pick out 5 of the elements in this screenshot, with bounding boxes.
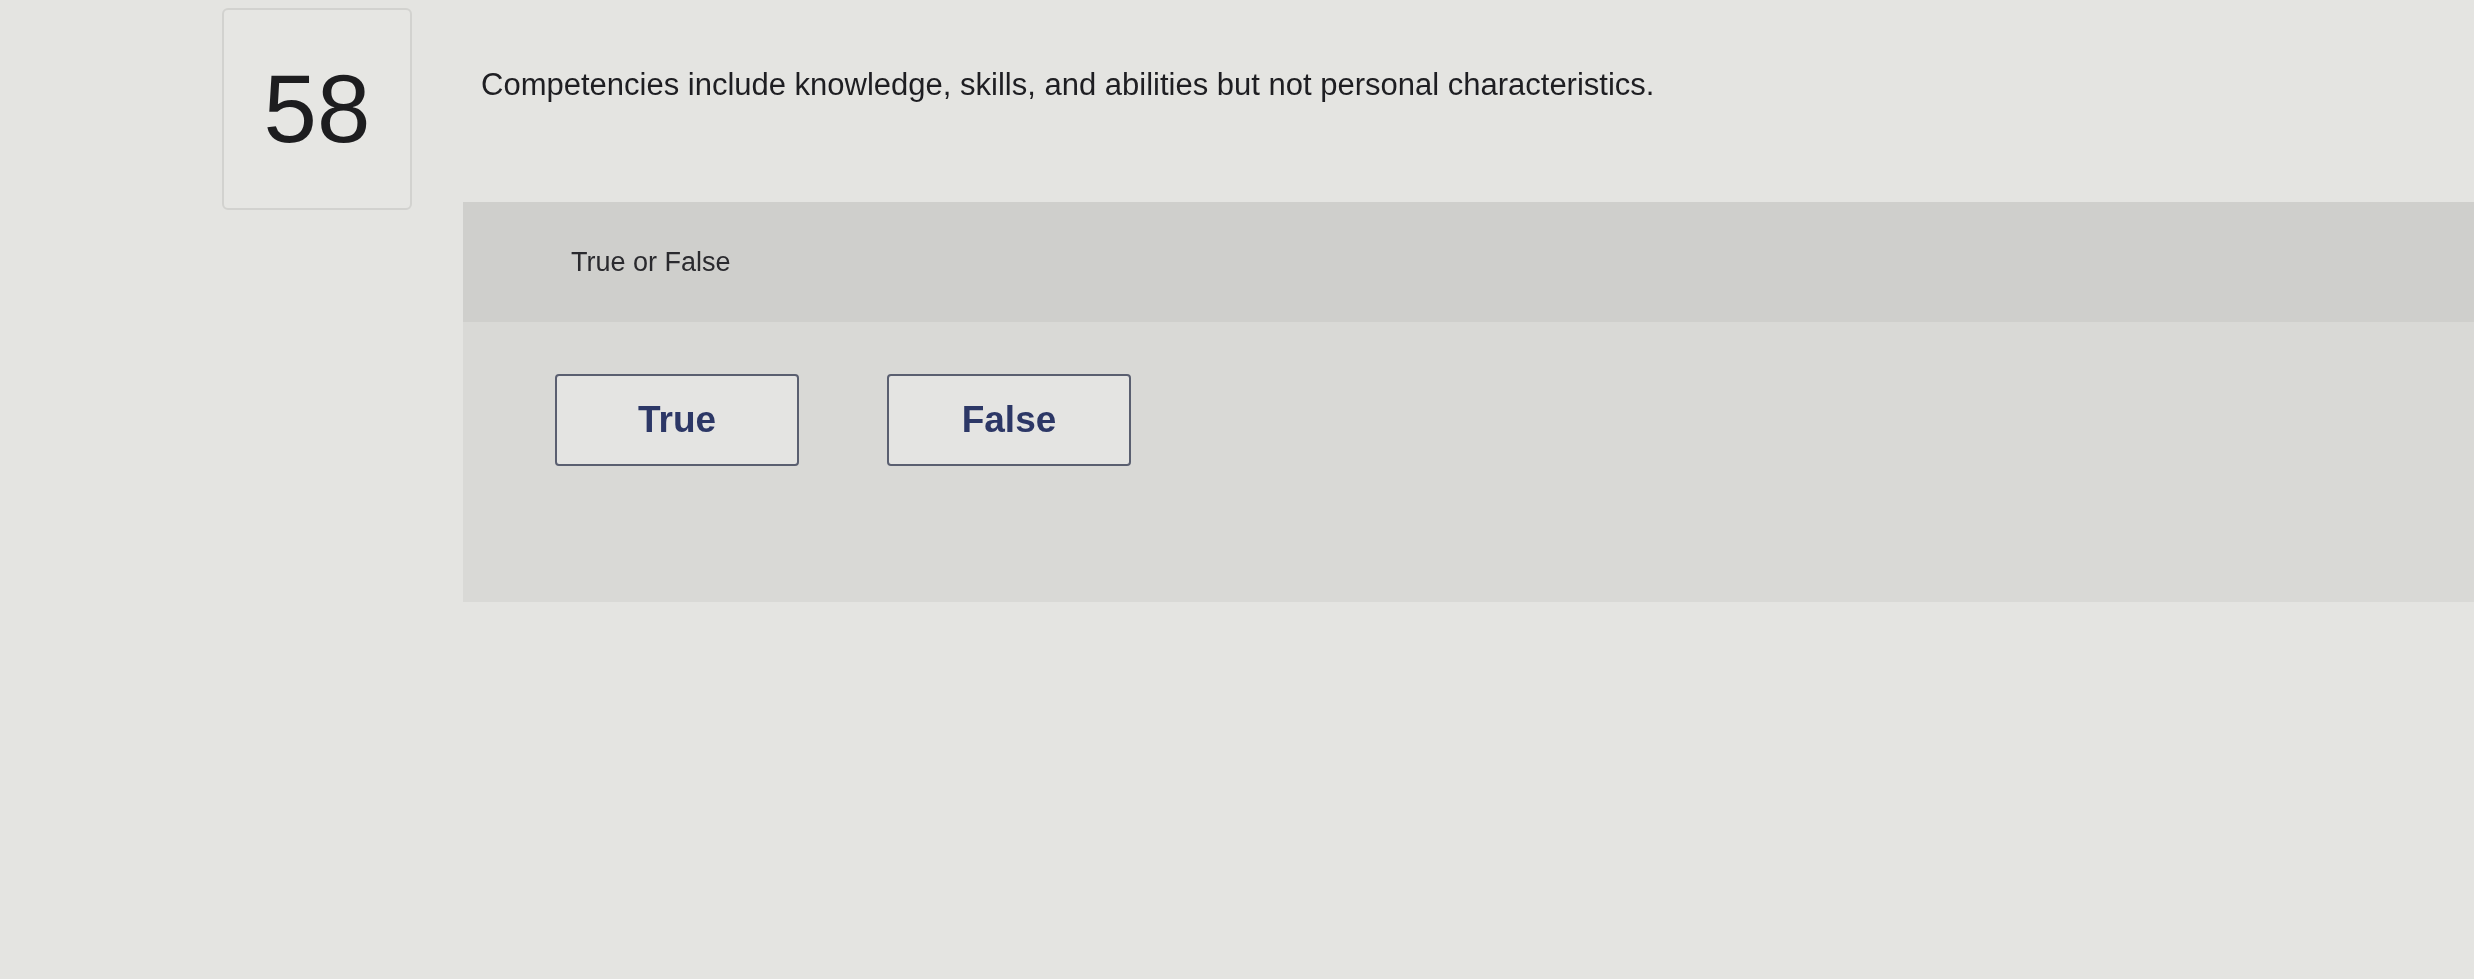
question-text: Competencies include knowledge, skills, and abilities but not personal characteristics. — [481, 67, 1655, 102]
answer-option[interactable]: True — [555, 374, 799, 466]
question-number: 58 — [222, 8, 412, 210]
answer-option[interactable]: False — [887, 374, 1131, 466]
prompt-text: True or False — [571, 245, 731, 279]
